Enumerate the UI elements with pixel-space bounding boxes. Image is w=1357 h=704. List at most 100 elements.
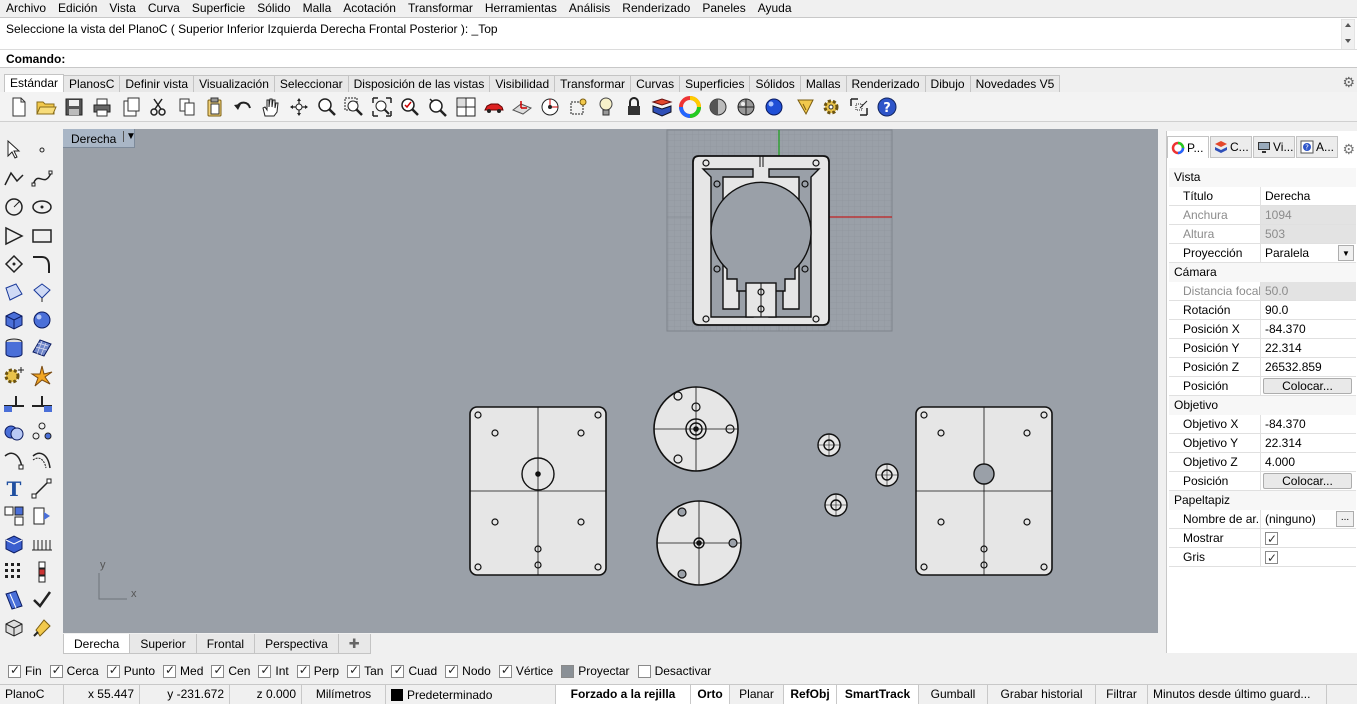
osnap-desactivar[interactable]: Desactivar (637, 664, 711, 678)
status-smarttrack[interactable]: SmartTrack (837, 685, 919, 704)
status-planar[interactable]: Planar (730, 685, 784, 704)
chevron-down-icon[interactable]: ▼ (1338, 245, 1354, 261)
osnap-med-checkbox[interactable] (163, 663, 177, 678)
zoom-icon[interactable] (316, 96, 338, 118)
cylinder-icon[interactable] (2, 336, 26, 360)
analyze-icon[interactable] (2, 588, 26, 612)
color-wheel-icon[interactable] (679, 96, 701, 118)
paint-icon[interactable] (30, 616, 54, 640)
osnap-perp-checkbox[interactable] (296, 663, 310, 678)
curve-from-object-icon[interactable] (2, 448, 26, 472)
group-icon[interactable] (2, 504, 26, 528)
view-tab-frontal[interactable]: Frontal (195, 634, 256, 654)
extrude-surface-icon[interactable] (30, 280, 54, 304)
osnap-punto-checkbox[interactable] (106, 663, 120, 678)
tab-superficies[interactable]: Superficies (679, 75, 751, 92)
osnap-cuad[interactable]: Cuad (391, 663, 437, 678)
offset-curve-icon[interactable] (30, 448, 54, 472)
washer-3[interactable] (824, 493, 848, 517)
osnap-cuad-checkbox[interactable] (391, 663, 405, 678)
prop-posz-value[interactable]: 26532.859 (1261, 358, 1356, 376)
cplane-icon[interactable] (511, 96, 533, 118)
new-file-icon[interactable] (8, 96, 30, 118)
lower-disc-part[interactable] (656, 500, 742, 586)
washer-2[interactable] (875, 463, 899, 487)
browse-wallpaper-button[interactable]: ... (1336, 511, 1354, 527)
tab-solidos[interactable]: Sólidos (749, 75, 801, 92)
zoom-selected-icon[interactable] (399, 96, 421, 118)
command-line[interactable]: Comando: (0, 49, 1357, 68)
tab-curvas[interactable]: Curvas (630, 75, 681, 92)
car-icon[interactable] (483, 96, 505, 118)
status-gumball[interactable]: Gumball (919, 685, 988, 704)
menu-edicion[interactable]: Edición (52, 0, 103, 17)
layer-icon[interactable] (651, 96, 673, 118)
snap-icon[interactable] (567, 96, 589, 118)
tab-transformar[interactable]: Transformar (554, 75, 632, 92)
paste-icon[interactable] (204, 96, 226, 118)
status-grid-snap[interactable]: Forzado a la rejilla (556, 685, 691, 704)
washer-1[interactable] (817, 433, 841, 457)
save-icon[interactable] (63, 96, 85, 118)
tab-visualizacion[interactable]: Visualización (193, 75, 275, 92)
grasshopper-icon[interactable] (795, 96, 817, 118)
right-plate-part[interactable] (915, 406, 1053, 576)
osnap-int[interactable]: Int (258, 663, 289, 678)
dimension-icon[interactable] (30, 476, 54, 500)
osnap-fin-checkbox[interactable] (8, 663, 21, 678)
menu-ayuda[interactable]: Ayuda (752, 0, 798, 17)
osnap-perp[interactable]: Perp (296, 663, 339, 678)
view-tab-superior[interactable]: Superior (129, 634, 197, 654)
prop-posx-value[interactable]: -84.370 (1261, 320, 1356, 338)
panel-tab-properties[interactable]: P... (1167, 136, 1209, 158)
undo-icon[interactable] (232, 96, 254, 118)
viewport-derecha[interactable]: y x Derecha ▼ (63, 129, 1158, 633)
camara-colocar-button[interactable]: Colocar... (1263, 378, 1352, 394)
trim-icon[interactable] (30, 392, 54, 416)
menu-solido[interactable]: Sólido (251, 0, 296, 17)
objetivo-colocar-button[interactable]: Colocar... (1263, 473, 1352, 489)
prop-objz-value[interactable]: 4.000 (1261, 453, 1356, 471)
text-icon[interactable]: T (2, 476, 26, 500)
import-icon[interactable] (120, 96, 142, 118)
osnap-cerca-checkbox[interactable] (49, 663, 63, 678)
help-icon[interactable]: ? (876, 96, 898, 118)
menu-renderizado[interactable]: Renderizado (616, 0, 696, 17)
osnap-med[interactable]: Med (163, 663, 203, 678)
render-blue-sphere-icon[interactable] (763, 96, 785, 118)
panel-gear-icon[interactable]: ⚙ (1342, 141, 1355, 158)
osnap-fin[interactable]: Fin (8, 663, 42, 678)
add-view-plus-icon[interactable]: ✚ (337, 634, 371, 654)
tab-renderizado[interactable]: Renderizado (845, 75, 926, 92)
check-icon[interactable] (30, 588, 54, 612)
explode-icon[interactable] (30, 364, 54, 388)
osnap-nodo[interactable]: Nodo (445, 663, 491, 678)
polyline-icon[interactable] (2, 167, 26, 191)
osnap-cen[interactable]: Cen (211, 663, 250, 678)
mesh-icon[interactable] (30, 336, 54, 360)
zoom-window-icon[interactable] (343, 96, 365, 118)
viewport-canvas[interactable] (63, 129, 1158, 633)
point-icon[interactable] (30, 138, 54, 162)
osnap-cen-checkbox[interactable] (211, 663, 225, 678)
status-history[interactable]: Grabar historial (988, 685, 1096, 704)
arc-icon[interactable] (2, 224, 26, 248)
sphere-solid-icon[interactable] (30, 308, 54, 332)
select-arrow-icon[interactable] (2, 138, 26, 162)
prop-objy-value[interactable]: 22.314 (1261, 434, 1356, 452)
shade-icon[interactable] (707, 96, 729, 118)
menu-acotacion[interactable]: Acotación (337, 0, 402, 17)
osnap-vertice[interactable]: Vértice (498, 663, 553, 678)
array-linear-icon[interactable] (30, 532, 54, 556)
osnap-punto[interactable]: Punto (106, 663, 155, 678)
status-layer[interactable]: Predeterminado (386, 685, 556, 704)
viewport-title-tab[interactable]: Derecha ▼ (63, 129, 136, 148)
panel-tab-help[interactable]: ? A... (1296, 136, 1338, 158)
menu-archivo[interactable]: Archivo (0, 0, 52, 17)
view-tab-derecha[interactable]: Derecha (63, 634, 131, 654)
tab-visibilidad[interactable]: Visibilidad (489, 75, 556, 92)
render-icon[interactable] (2, 616, 26, 640)
upper-disc-part[interactable] (653, 386, 739, 472)
osnap-desactivar-checkbox[interactable] (637, 664, 651, 678)
osnap-proyectar-checkbox[interactable] (561, 664, 575, 678)
